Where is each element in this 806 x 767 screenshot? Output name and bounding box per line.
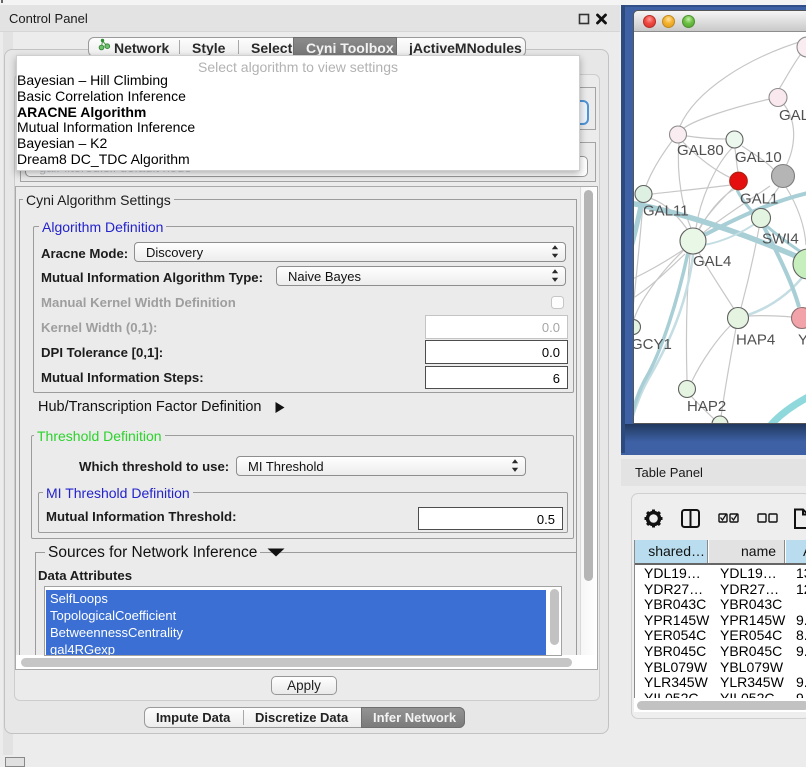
svg-text:GAL11: GAL11: [643, 203, 689, 220]
svg-text:GAL80: GAL80: [677, 142, 724, 159]
svg-text:SWI4: SWI4: [762, 231, 799, 248]
svg-text:HAP2: HAP2: [687, 398, 726, 415]
svg-text:GAL4: GAL4: [693, 253, 731, 270]
svg-text:HAP4: HAP4: [736, 332, 775, 349]
svg-text:YJ: YJ: [798, 332, 806, 349]
svg-text:GCY1: GCY1: [634, 336, 672, 353]
svg-text:GAL4: GAL4: [779, 107, 806, 124]
svg-text:GAL1: GAL1: [740, 191, 778, 208]
svg-text:GAL10: GAL10: [735, 149, 782, 166]
